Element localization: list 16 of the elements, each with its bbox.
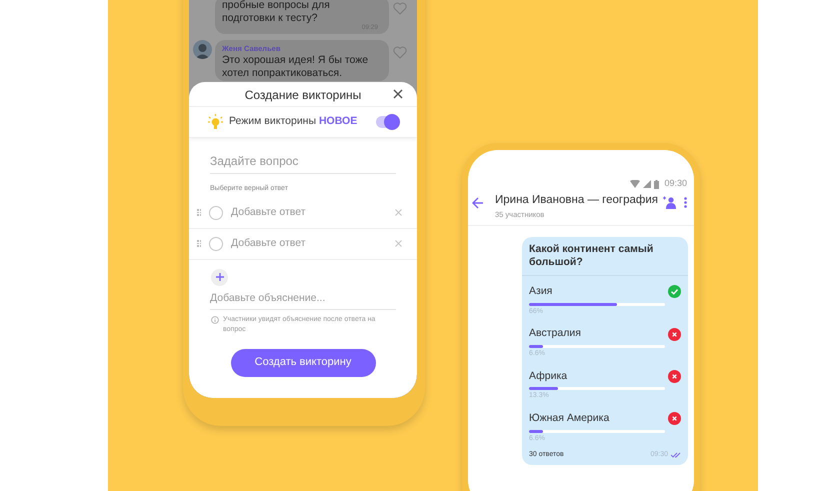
option-label: Африка <box>529 368 568 384</box>
option-label: Южная Америка <box>529 410 610 426</box>
message-text: пробные вопросы для подготовки к тесту? <box>222 0 331 24</box>
chat-title: Ирина Ивановна — география <box>495 193 658 208</box>
question-field[interactable]: Задайте вопрос <box>210 152 396 174</box>
status-time: 09:30 <box>664 177 687 190</box>
create-quiz-button[interactable]: Создать викторину <box>230 348 376 376</box>
quiz-question: Какой континент самый большой? <box>529 243 654 269</box>
answer-field[interactable]: Добавьте ответ <box>231 204 306 220</box>
message-text: Это хорошая идея! Я бы тоже хотел попрактиковаться. <box>222 54 370 80</box>
explanation-field[interactable]: Добавьте объяснение... <box>210 292 396 310</box>
option-label: Австралия <box>529 326 581 342</box>
answer-field[interactable]: Добавьте ответ <box>231 236 306 252</box>
quiz-mode-label: Режим викторины НОВОЕ <box>229 114 358 130</box>
option-label: Азия <box>529 284 552 299</box>
sheet-title: Создание викторины <box>244 86 362 104</box>
